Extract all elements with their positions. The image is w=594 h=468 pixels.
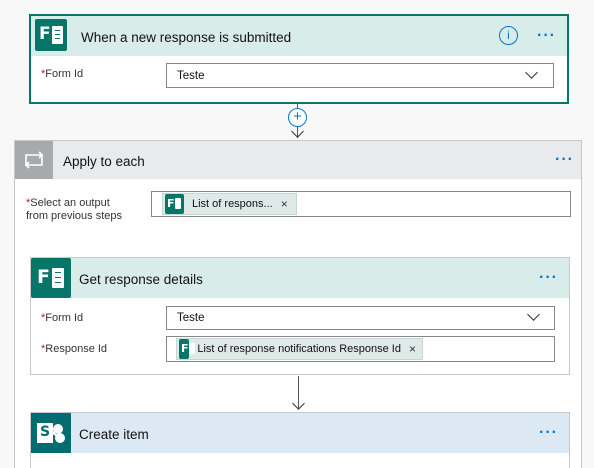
info-icon[interactable]: i [499,26,518,45]
apply-to-each-card[interactable]: Apply to each ··· *Select an output from… [14,140,582,468]
select-output-field[interactable]: F List of respons... × [151,191,571,217]
microsoft-forms-icon: F [31,258,71,298]
form-id-label: *Form Id [41,312,84,324]
sharepoint-icon: S [31,413,71,453]
select-output-label: *Select an output from previous steps [26,197,122,222]
remove-token-icon[interactable]: × [409,342,416,356]
arrow-down-icon [292,397,305,410]
loop-icon [15,141,53,179]
form-id-dropdown[interactable]: Teste [166,306,555,330]
create-item-more-options-icon[interactable]: ··· [539,425,558,441]
trigger-more-options-icon[interactable]: ··· [537,28,556,44]
get-response-title: Get response details [79,272,203,287]
chevron-down-icon [525,66,538,79]
create-item-header[interactable]: S Create item ··· [31,413,569,453]
response-id-label: *Response Id [41,343,108,355]
get-response-more-options-icon[interactable]: ··· [539,270,558,286]
microsoft-forms-icon: F [165,194,184,214]
apply-more-options-icon[interactable]: ··· [555,152,574,168]
trigger-title: When a new response is submitted [81,30,292,45]
trigger-card[interactable]: F When a new response is submitted i ···… [29,14,569,104]
create-item-card[interactable]: S Create item ··· [30,412,570,468]
create-item-title: Create item [79,427,149,442]
get-response-card[interactable]: F Get response details ··· *Form Id Test… [30,257,570,375]
microsoft-forms-icon: F [179,339,195,359]
form-id-label: *Form Id [41,68,84,80]
arrow-down-icon [291,125,304,138]
form-id-dropdown[interactable]: Teste [166,63,554,88]
response-id-field[interactable]: F List of response notifications Respons… [166,336,555,362]
microsoft-forms-icon: F [35,19,67,51]
remove-token-icon[interactable]: × [281,197,288,211]
trigger-header[interactable]: F When a new response is submitted i ··· [31,16,567,56]
chevron-down-icon [527,308,540,321]
apply-to-each-title: Apply to each [63,154,145,169]
apply-to-each-header[interactable]: Apply to each ··· [15,141,581,179]
response-id-token[interactable]: F List of response notifications Respons… [176,338,423,360]
output-token[interactable]: F List of respons... × [162,193,297,215]
get-response-header[interactable]: F Get response details ··· [31,258,569,298]
